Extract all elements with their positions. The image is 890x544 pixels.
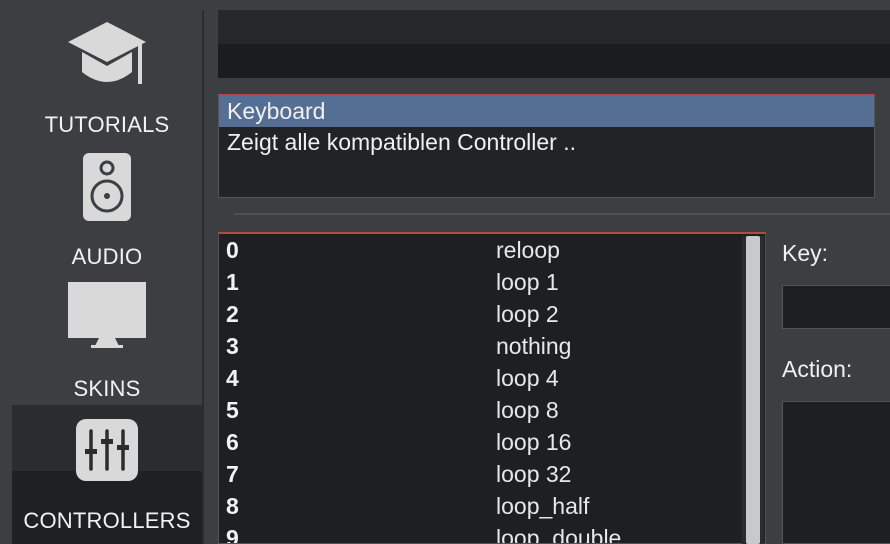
sidebar-item-skins[interactable]: SKINS	[12, 278, 202, 404]
mapping-key: 3	[226, 333, 239, 359]
sidebar-item-label: TUTORIALS	[44, 112, 170, 137]
top-field-1[interactable]	[218, 10, 890, 44]
monitor-icon	[12, 282, 202, 350]
table-row[interactable]: 9 loop_double	[219, 522, 765, 544]
controller-item-show-all[interactable]: Zeigt alle kompatiblen Controller ..	[219, 127, 874, 158]
key-input[interactable]	[782, 285, 890, 329]
mapping-key: 5	[226, 397, 239, 423]
mapping-table[interactable]: 0 reloop 1 loop 1 2 loop 2 3 nothing 4 loop 4…	[218, 232, 766, 544]
table-row[interactable]: 5 loop 8	[219, 394, 765, 426]
table-row[interactable]: 0 reloop	[219, 234, 765, 266]
table-row[interactable]: 6 loop 16	[219, 426, 765, 458]
top-field-2[interactable]	[218, 44, 890, 78]
sidebar-item-audio[interactable]: AUDIO	[12, 146, 202, 272]
mapping-action: loop 16	[496, 429, 572, 455]
mapping-key: 2	[226, 301, 239, 327]
speaker-icon	[12, 152, 202, 222]
mapping-action: loop 32	[496, 461, 572, 487]
mapping-key: 7	[226, 461, 239, 487]
mapping-action: loop 4	[496, 365, 559, 391]
controller-item-keyboard[interactable]: Keyboard	[219, 96, 874, 127]
key-label: Key:	[782, 240, 829, 266]
mapping-key: 9	[226, 525, 239, 544]
sidebar-item-label: SKINS	[73, 376, 141, 401]
mapping-key: 6	[226, 429, 239, 455]
scrollbar-thumb[interactable]	[746, 236, 760, 544]
graduation-cap-icon	[12, 20, 202, 94]
sidebar-divider	[202, 10, 204, 544]
sidebar-item-controllers[interactable]: CONTROLLERS	[12, 405, 202, 544]
table-row[interactable]: 4 loop 4	[219, 362, 765, 394]
sidebar-item-label: CONTROLLERS	[23, 508, 191, 533]
table-row[interactable]: 3 nothing	[219, 330, 765, 362]
mapping-key: 0	[226, 237, 239, 263]
mapping-action: loop 2	[496, 301, 559, 327]
mapping-action: loop 8	[496, 397, 559, 423]
mapping-action: loop 1	[496, 269, 559, 295]
table-row[interactable]: 8 loop_half	[219, 490, 765, 522]
sidebar: TUTORIALS AUDIO SKINS CONTROLLERS	[0, 0, 212, 544]
sidebar-item-tutorials[interactable]: TUTORIALS	[12, 14, 202, 140]
table-row[interactable]: 7 loop 32	[219, 458, 765, 490]
mapping-action: loop_double	[496, 525, 622, 544]
mapping-scrollbar[interactable]	[742, 236, 764, 544]
controller-list[interactable]: Keyboard Zeigt alle kompatiblen Controll…	[218, 94, 875, 198]
mapping-key: 1	[226, 269, 239, 295]
action-label: Action:	[782, 356, 853, 382]
table-row[interactable]: 1 loop 1	[219, 266, 765, 298]
sidebar-item-label: AUDIO	[71, 244, 143, 269]
mapping-action: reloop	[496, 237, 560, 263]
divider	[234, 213, 890, 215]
mapping-action: loop_half	[496, 493, 590, 519]
sliders-icon	[12, 419, 202, 481]
table-row[interactable]: 2 loop 2	[219, 298, 765, 330]
mapping-action: nothing	[496, 333, 572, 359]
mapping-key: 4	[226, 365, 239, 391]
action-input[interactable]	[782, 401, 890, 544]
mapping-key: 8	[226, 493, 239, 519]
